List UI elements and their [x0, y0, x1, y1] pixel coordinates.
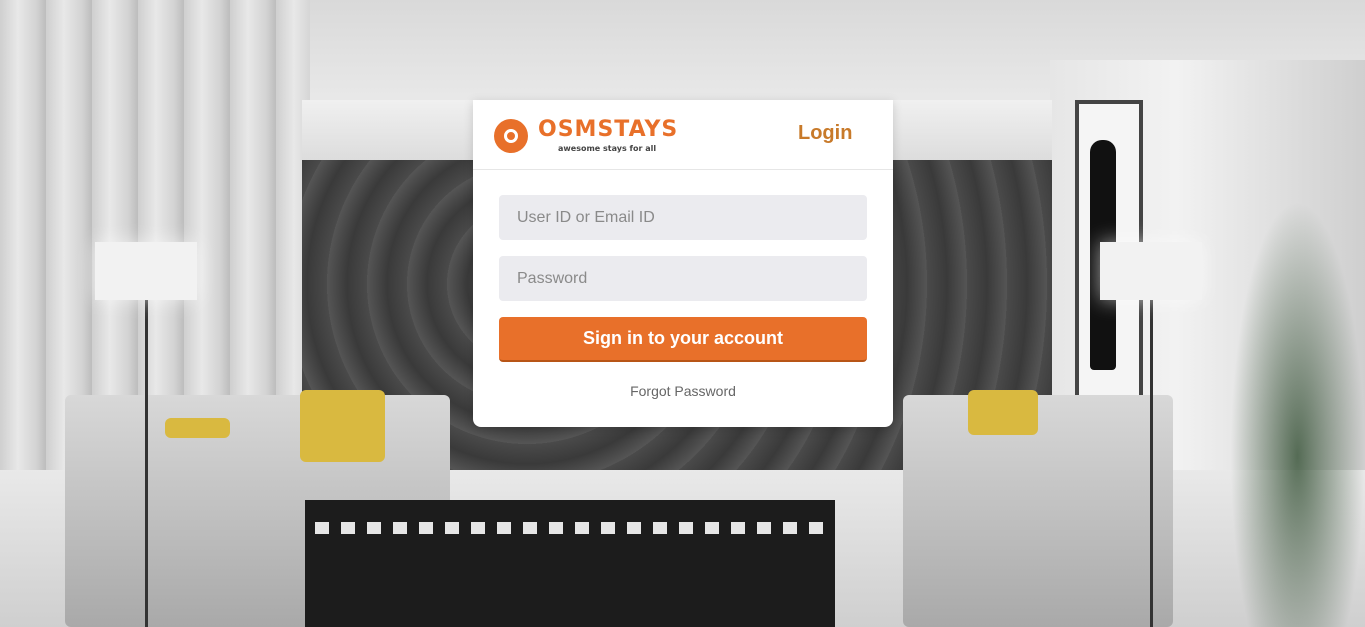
login-card: OSMSTAYS awesome stays for all Login Sig… — [473, 100, 893, 427]
sign-in-button[interactable]: Sign in to your account — [499, 317, 867, 362]
pillow — [968, 390, 1038, 435]
bench — [305, 500, 835, 627]
login-header: OSMSTAYS awesome stays for all Login — [473, 100, 893, 170]
forgot-password-link[interactable]: Forgot Password — [473, 383, 893, 399]
bench-stripe — [315, 522, 825, 534]
floor-lamp-shade — [1100, 242, 1202, 300]
plant — [1230, 200, 1365, 627]
brand-name: OSMSTAYS — [538, 117, 679, 142]
user-id-input[interactable] — [499, 195, 867, 240]
pillow — [300, 390, 385, 462]
logo-icon — [494, 119, 528, 153]
floor-lamp-pole — [145, 298, 148, 627]
floor-lamp-shade — [95, 242, 197, 300]
brand-tagline: awesome stays for all — [558, 144, 657, 153]
pillow — [165, 418, 230, 438]
right-sofa — [903, 395, 1173, 627]
floor-lamp-pole — [1150, 298, 1153, 627]
password-input[interactable] — [499, 256, 867, 301]
login-title: Login — [798, 122, 853, 144]
